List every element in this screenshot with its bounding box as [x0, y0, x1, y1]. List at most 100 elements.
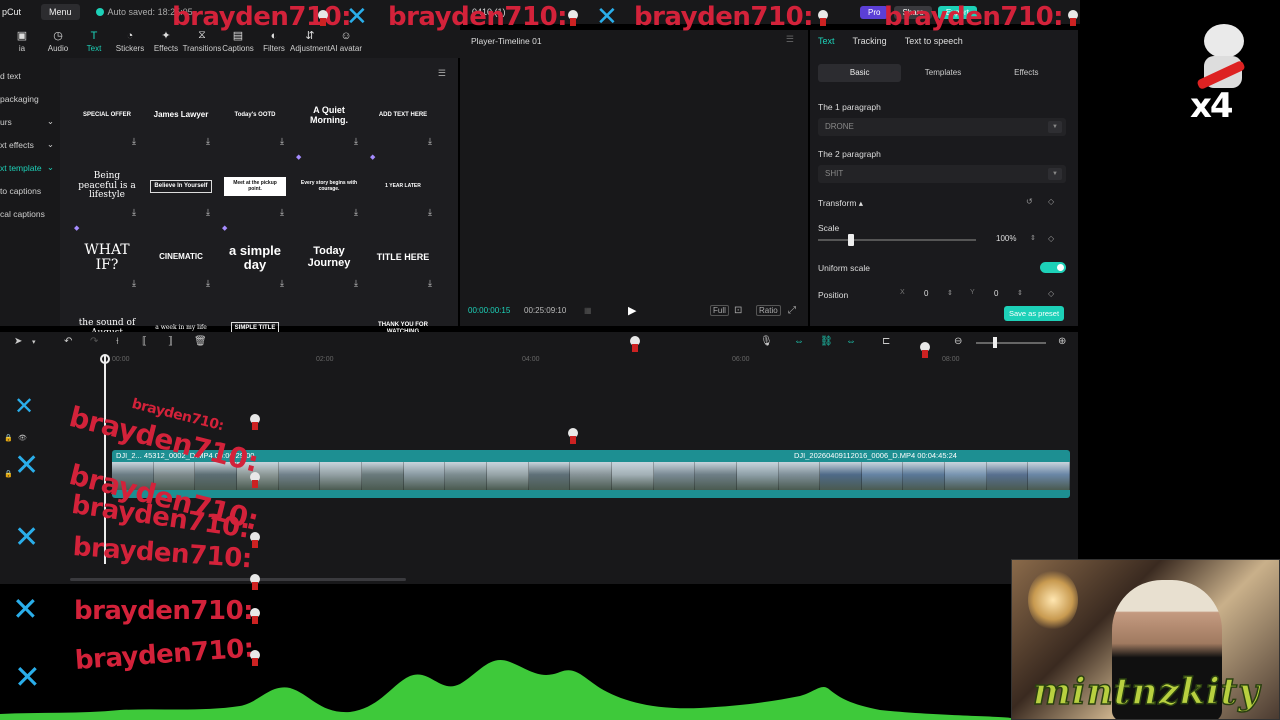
scale-stepper-icon[interactable]: ⇕ — [1030, 234, 1036, 242]
tool-tab[interactable]: T Text — [76, 24, 112, 58]
chevron-down-icon[interactable]: ▼ — [1048, 121, 1062, 133]
tool-tab[interactable]: ▣ ia — [4, 24, 40, 58]
zoom-in-icon[interactable]: ⊕ — [1058, 336, 1066, 347]
template-item[interactable]: Meet at the pickup point. ⤓ — [218, 151, 292, 222]
download-icon[interactable]: ⤓ — [280, 278, 284, 289]
category-item[interactable]: xt effects ⌄ — [0, 133, 60, 156]
uniform-scale-label: Uniform scale — [818, 263, 870, 273]
download-icon[interactable]: ⤓ — [206, 207, 210, 218]
scale-value[interactable]: 100% — [996, 234, 1016, 243]
ratio-button[interactable]: Ratio — [756, 305, 781, 316]
category-item[interactable]: cal captions — [0, 202, 60, 225]
select-tool-icon[interactable]: ➤ — [14, 336, 22, 347]
fit-icon[interactable]: ⊡ — [734, 305, 742, 316]
template-item[interactable]: 1 YEAR LATER ◆ ⤓ — [366, 151, 440, 222]
template-item[interactable]: TITLE HERE ⤓ — [366, 222, 440, 293]
template-item[interactable]: SPECIAL OFFER ⤓ — [70, 80, 144, 151]
undo-icon[interactable]: ↶ — [64, 336, 72, 347]
zoom-slider-track[interactable] — [976, 342, 1046, 344]
category-item[interactable]: d text — [0, 64, 60, 87]
category-item[interactable]: urs ⌄ — [0, 110, 60, 133]
download-icon[interactable]: ⤓ — [354, 207, 358, 218]
tool-tab[interactable]: ◔ Stickers — [112, 24, 148, 58]
chevron-down-icon[interactable]: ▼ — [1048, 168, 1062, 180]
category-item[interactable]: packaging — [0, 87, 60, 110]
template-item[interactable]: CINEMATIC ⤓ — [144, 222, 218, 293]
download-icon[interactable]: ⤓ — [428, 278, 432, 289]
lock-icon[interactable]: 🔒 — [4, 470, 13, 478]
paragraph-1-input[interactable]: DRONE ▼ — [818, 118, 1066, 136]
category-item[interactable]: to captions — [0, 179, 60, 202]
split-right-icon[interactable]: ⟧ — [168, 336, 173, 347]
template-item[interactable]: Believe In Yourself ⤓ — [144, 151, 218, 222]
playhead[interactable] — [104, 356, 106, 564]
uniform-scale-toggle[interactable] — [1040, 262, 1066, 273]
download-icon[interactable]: ⤓ — [354, 136, 358, 147]
link-icon[interactable]: ⛓ — [820, 336, 833, 347]
template-item[interactable]: James Lawyer ⤓ — [144, 80, 218, 151]
lock-icon[interactable]: 🔒 — [4, 434, 13, 442]
template-item[interactable]: A Quiet Morning. ⤓ — [292, 80, 366, 151]
template-item[interactable]: ADD TEXT HERE ⤓ — [366, 80, 440, 151]
position-x-stepper-icon[interactable]: ⇕ — [947, 289, 953, 297]
download-icon[interactable]: ⤓ — [280, 136, 284, 147]
download-icon[interactable]: ⤓ — [280, 207, 284, 218]
timeline-scrollbar[interactable] — [70, 578, 406, 581]
zoom-slider-handle[interactable] — [993, 337, 997, 348]
download-icon[interactable]: ⤓ — [428, 136, 432, 147]
play-button[interactable]: ▶ — [628, 304, 636, 317]
download-icon[interactable]: ⤓ — [132, 278, 136, 289]
full-button[interactable]: Full — [710, 305, 729, 316]
split-left-icon[interactable]: ⟦ — [142, 336, 147, 347]
timeline-ruler[interactable]: 00:00 02:00 04:00 06:00 08:00 — [0, 352, 1078, 368]
template-item[interactable]: Every story begins with courage. ◆ ⤓ — [292, 151, 366, 222]
transform-label[interactable]: Transform ▴ — [818, 198, 863, 209]
download-icon[interactable]: ⤓ — [132, 207, 136, 218]
save-as-preset-button[interactable]: Save as preset — [1004, 306, 1065, 321]
scale-keyframe-icon[interactable]: ◇ — [1048, 234, 1054, 243]
delete-icon[interactable]: 🗑 — [194, 336, 207, 347]
download-icon[interactable]: ⤓ — [428, 207, 432, 218]
category-item[interactable]: xt template ⌄ — [0, 156, 60, 179]
grid-icon[interactable]: ▦ — [584, 306, 592, 315]
subtab-basic[interactable]: Basic — [818, 64, 902, 82]
scale-slider-handle[interactable] — [848, 234, 854, 246]
tool-tab[interactable]: ◷ Audio — [40, 24, 76, 58]
menu-button[interactable]: Menu — [41, 4, 80, 20]
download-icon[interactable]: ⤓ — [132, 136, 136, 147]
tab-text[interactable]: Text — [818, 36, 835, 46]
zoom-out-icon[interactable]: ⊖ — [954, 336, 962, 347]
fullscreen-icon[interactable]: ⤢ — [788, 305, 796, 316]
split-icon[interactable]: ⟊ — [116, 336, 119, 347]
subtab-effects[interactable]: Effects — [985, 64, 1068, 82]
subtab-templates[interactable]: Templates — [901, 64, 984, 82]
microphone-icon[interactable]: 🎙 — [760, 336, 773, 347]
template-item[interactable]: Today Journey ⤓ — [292, 222, 366, 293]
snap-icon[interactable]: ⊏ — [882, 336, 890, 347]
position-x-input[interactable]: 0 — [924, 289, 928, 298]
redo-icon[interactable]: ↷ — [90, 336, 98, 347]
position-keyframe-icon[interactable]: ◇ — [1048, 289, 1054, 298]
reset-icon[interactable]: ↺ — [1026, 197, 1033, 206]
main-track-magnet-icon[interactable]: ⇔ — [794, 336, 804, 347]
player-menu-icon[interactable]: ☰ — [786, 34, 794, 45]
download-icon[interactable]: ⤓ — [354, 278, 358, 289]
paragraph-2-input[interactable]: SHIT ▼ — [818, 165, 1066, 183]
position-y-stepper-icon[interactable]: ⇕ — [1017, 289, 1023, 297]
position-x-label: X — [900, 289, 905, 296]
tab-tracking[interactable]: Tracking — [853, 36, 887, 46]
eye-icon[interactable]: 👁 — [18, 434, 27, 442]
chevron-down-icon[interactable]: ▾ — [32, 338, 36, 346]
preview-axis-icon[interactable]: ⇔ — [846, 336, 856, 347]
tab-text-to-speech[interactable]: Text to speech — [905, 36, 963, 46]
scale-slider-track[interactable] — [818, 239, 976, 241]
position-y-input[interactable]: 0 — [994, 289, 998, 298]
keyframe-icon[interactable]: ◇ — [1048, 197, 1054, 206]
template-item[interactable]: Being peaceful is a lifestyle ⤓ — [70, 151, 144, 222]
filter-icon[interactable]: ☰ — [438, 68, 446, 79]
download-icon[interactable]: ⤓ — [206, 136, 210, 147]
template-item[interactable]: Today's OOTD ⤓ — [218, 80, 292, 151]
template-item[interactable]: a simple day ◆ ⤓ — [218, 222, 292, 293]
template-item[interactable]: WHAT IF? ◆ ⤓ — [70, 222, 144, 293]
download-icon[interactable]: ⤓ — [206, 278, 210, 289]
